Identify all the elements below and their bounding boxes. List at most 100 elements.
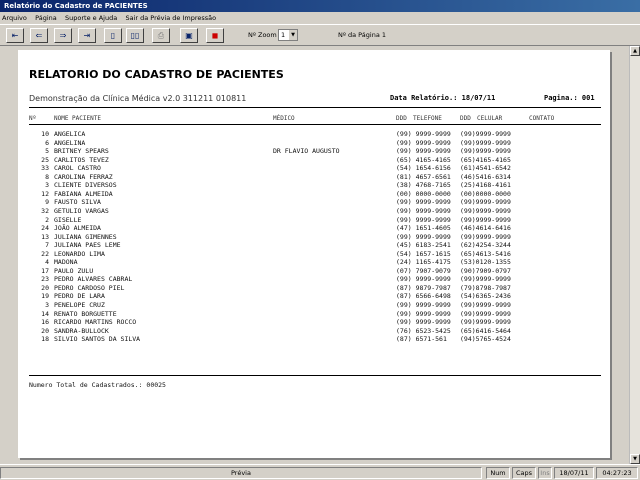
cell-phone: (99) 9999-9999 xyxy=(396,198,451,207)
col-phone: TELEFONE xyxy=(413,115,442,122)
cell-phone: (38) 4768-7165 xyxy=(396,181,451,190)
columns-divider xyxy=(29,124,601,125)
cell-phone: (45) 6183-2541 xyxy=(396,241,451,250)
report-subtitle: Demonstração da Clínica Médica v2.0 3112… xyxy=(29,94,247,103)
cell-name: GISELLE xyxy=(54,215,82,224)
cell-phone: (99) 9999-9999 xyxy=(396,301,451,309)
cell-mobile: (62)4254-3244 xyxy=(460,241,511,250)
cell-mobile: (99)9999-9999 xyxy=(460,147,511,156)
cell-num: 20 xyxy=(41,283,49,292)
cell-num: 7 xyxy=(45,241,49,250)
cell-mobile: (94)5765-4524 xyxy=(460,335,511,344)
cell-name: FAUSTO SILVA xyxy=(54,198,101,207)
col-name: NOME PACIENTE xyxy=(54,115,101,122)
two-pages-icon: ▯▯ xyxy=(130,31,140,40)
cell-num: 24 xyxy=(41,224,49,233)
cell-mobile: (65)4165-4165 xyxy=(460,155,511,164)
cell-phone: (54) 1657-1615 xyxy=(396,249,451,258)
cell-num: 13 xyxy=(41,232,49,241)
table-row: 10 ANGELICA (99) 9999-9999 (99)9999-9999 xyxy=(18,130,610,139)
table-row: 22 LEONARDO LIMA (54) 1657-1615 (65)4613-54… xyxy=(18,250,610,259)
cell-name: CARLITOS TEVEZ xyxy=(54,155,109,164)
page-number-label: Nº da Página 1 xyxy=(338,31,387,39)
window-title: Relatório do Cadastro de PACIENTES xyxy=(0,0,640,12)
cell-name: CAROLINA FERRAZ xyxy=(54,172,113,181)
cell-phone: (76) 6523-5425 xyxy=(396,326,451,335)
table-row: 24 JOÃO ALMEIDA (47) 1651-4605 (46)4614-641… xyxy=(18,224,610,233)
cell-name: PENELOPE CRUZ xyxy=(54,301,105,309)
cell-mobile: (99)9999-9999 xyxy=(460,215,511,224)
cell-num: 22 xyxy=(41,249,49,258)
prev-page-button[interactable]: ⇐ xyxy=(30,28,48,43)
first-page-icon: ⇤ xyxy=(11,31,19,40)
cell-doctor: DR FLAVIO AUGUSTO xyxy=(273,147,340,156)
cell-name: JULIANA GIMENNES xyxy=(54,232,117,241)
single-page-icon: ▯ xyxy=(110,31,116,40)
cell-num: 32 xyxy=(41,206,49,215)
cell-phone: (54) 1654-6156 xyxy=(396,164,451,173)
cell-num: 16 xyxy=(41,318,49,327)
chevron-down-icon: ▼ xyxy=(289,30,297,40)
cell-mobile: (25)4168-4161 xyxy=(460,181,511,190)
cell-phone: (81) 4657-6561 xyxy=(396,172,451,181)
cell-num: 3 xyxy=(45,181,49,190)
stop-button[interactable]: ◼ xyxy=(206,28,224,43)
next-page-icon: ⇒ xyxy=(59,31,67,40)
cell-mobile: (46)4614-6416 xyxy=(460,224,511,233)
cell-mobile: (65)4613-5416 xyxy=(460,249,511,258)
cell-num: 8 xyxy=(45,172,49,181)
menu-suporte[interactable]: Suporte e Ajuda xyxy=(65,14,117,22)
table-row: 17 PAULO ZULU (07) 7907-9079 (90)7909-0797 xyxy=(18,267,610,276)
cell-phone: (65) 4165-4165 xyxy=(396,155,451,164)
table-row: 19 PEDRO DE LARA (87) 6566-6498 (54)6365-24… xyxy=(18,292,610,301)
cell-mobile: (99)9999-9999 xyxy=(460,301,511,309)
next-page-button[interactable]: ⇒ xyxy=(54,28,72,43)
cell-num: 2 xyxy=(45,215,49,224)
col-doctor: MÉDICO xyxy=(273,115,295,122)
toolbar: ⇤ ⇐ ⇒ ⇥ ▯ ▯▯ ⎙ ▣ ◼ Nº Zoom 1 ▼ Nº da Pági… xyxy=(0,24,640,46)
cell-mobile: (79)8798-7987 xyxy=(460,283,511,292)
cell-mobile: (99)9999-9999 xyxy=(460,309,511,318)
single-page-button[interactable]: ▯ xyxy=(104,28,122,43)
cell-name: MADONA xyxy=(54,258,78,267)
table-row: 7 JULIANA PAES LEME (45) 6183-2541 (62)4254… xyxy=(18,241,610,250)
cell-name: SANDRA-BULLOCK xyxy=(54,326,109,335)
setup-button[interactable]: ▣ xyxy=(180,28,198,43)
last-page-button[interactable]: ⇥ xyxy=(78,28,96,43)
cell-phone: (99) 9999-9999 xyxy=(396,275,451,284)
first-page-button[interactable]: ⇤ xyxy=(6,28,24,43)
cell-mobile: (54)6365-2436 xyxy=(460,292,511,301)
scroll-up-icon[interactable]: ▲ xyxy=(630,46,640,56)
table-row: 33 CAROL CASTRO (54) 1654-6156 (61)4541-654… xyxy=(18,164,610,173)
cell-num: 20 xyxy=(41,326,49,335)
cell-name: CAROL CASTRO xyxy=(54,164,101,173)
cell-mobile: (90)7909-0797 xyxy=(460,266,511,275)
table-row: 13 JULIANA GIMENNES (99) 9999-9999 (99)9999… xyxy=(18,233,610,242)
cell-name: PEDRO ALVARES CABRAL xyxy=(54,275,133,284)
cell-name: RENATO BORGUETTE xyxy=(54,309,117,318)
status-time: 04:27:23 xyxy=(596,467,638,479)
cell-name: FABIANA ALMEIDA xyxy=(54,189,113,198)
cell-name: JOÃO ALMEIDA xyxy=(54,224,101,233)
cell-mobile: (46)5416-6314 xyxy=(460,172,511,181)
setup-icon: ▣ xyxy=(185,31,193,40)
cell-num: 19 xyxy=(41,292,49,301)
two-pages-button[interactable]: ▯▯ xyxy=(126,28,144,43)
status-num: Num xyxy=(486,467,510,479)
cell-num: 4 xyxy=(45,258,49,267)
menu-sair[interactable]: Sair da Prévia de Impressão xyxy=(125,14,216,22)
cell-num: 23 xyxy=(41,275,49,284)
vertical-scrollbar[interactable]: ▲ ▼ xyxy=(629,46,640,464)
col-ddd2: DDD xyxy=(460,115,471,122)
zoom-select[interactable]: 1 ▼ xyxy=(278,29,298,41)
scroll-down-icon[interactable]: ▼ xyxy=(630,454,640,464)
status-mode: Prévia xyxy=(0,467,482,479)
cell-mobile: (61)4541-6542 xyxy=(460,164,511,173)
cell-mobile: (65)6416-5464 xyxy=(460,326,511,335)
cell-phone: (00) 0000-0000 xyxy=(396,189,451,198)
cell-num: 6 xyxy=(45,138,49,147)
menu-arquivo[interactable]: Arquivo xyxy=(2,14,27,22)
menu-pagina[interactable]: Página xyxy=(35,14,57,22)
print-button[interactable]: ⎙ xyxy=(152,28,170,43)
cell-phone: (87) 6571-561 xyxy=(396,335,447,344)
